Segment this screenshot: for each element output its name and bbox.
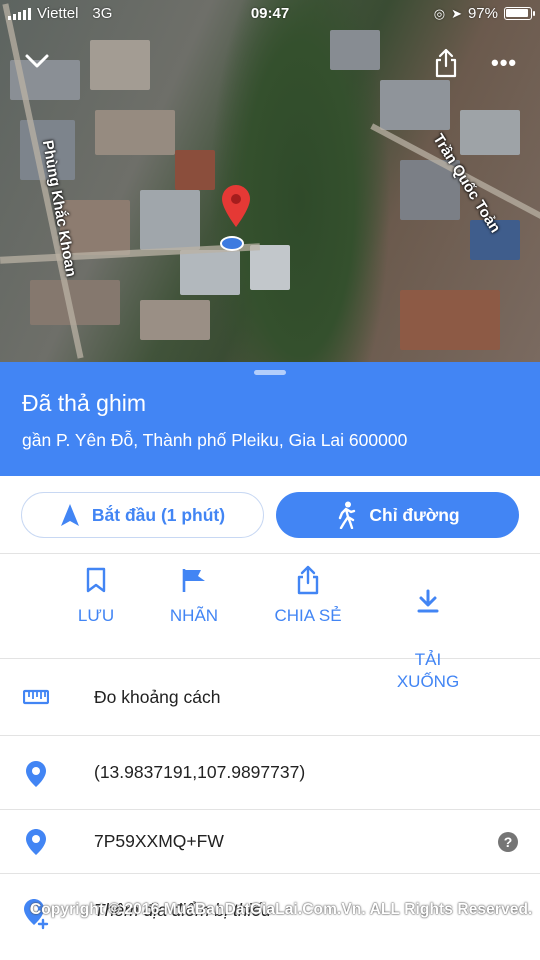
start-navigation-button[interactable]: Bắt đầu (1 phút): [21, 492, 264, 538]
share-button[interactable]: CHIA SẺ: [253, 565, 363, 627]
coordinates-row[interactable]: (13.9837191,107.9897737): [0, 736, 540, 810]
copyright-watermark: Copyright © 2016 MuaBanDatGiaLai.Com.Vn.…: [30, 901, 533, 918]
map-building: [140, 190, 200, 250]
flag-icon: [182, 569, 205, 592]
share-label: CHIA SẺ: [274, 606, 342, 625]
label-label: NHÃN: [169, 606, 219, 625]
directions-label: Chỉ đường: [369, 504, 460, 525]
walking-icon: [339, 501, 356, 529]
battery-icon: [504, 7, 535, 20]
more-options-icon[interactable]: •••: [491, 50, 517, 76]
directions-button[interactable]: Chỉ đường: [276, 492, 519, 538]
map-building: [175, 150, 215, 190]
drag-handle[interactable]: [254, 370, 286, 375]
share-icon[interactable]: [434, 48, 458, 78]
map-building: [380, 80, 450, 130]
map-building: [460, 110, 520, 155]
share-icon: [297, 565, 319, 595]
save-button[interactable]: LƯU: [41, 565, 151, 627]
place-title: Đã thả ghim: [22, 390, 147, 416]
measure-distance-row[interactable]: Đo khoảng cách: [0, 660, 540, 736]
label-button[interactable]: NHÃN: [139, 565, 249, 627]
map-building: [250, 245, 290, 290]
location-services-icon: ➤: [451, 5, 462, 21]
start-navigation-label: Bắt đầu (1 phút): [91, 504, 226, 525]
battery-percent: 97%: [467, 5, 498, 22]
map-view[interactable]: Phùng Khắc Khoan Trần Quốc Toản Viettel …: [0, 0, 540, 362]
coordinates-value: (13.9837191,107.9897737): [94, 762, 306, 782]
map-building: [180, 250, 240, 295]
map-building: [140, 300, 210, 340]
chevron-down-icon[interactable]: [24, 52, 50, 70]
measure-distance-label: Đo khoảng cách: [94, 687, 221, 707]
location-pin-icon: [26, 761, 46, 787]
status-bar: Viettel 3G 09:47 ◎ ➤ 97%: [0, 0, 540, 28]
map-building: [330, 30, 380, 70]
place-address: gần P. Yên Đỗ, Thành phố Pleiku, Gia Lai…: [22, 430, 408, 450]
lock-rotation-icon: ◎: [433, 5, 446, 21]
quick-actions: LƯU NHÃN CHIA SẺ TẢI XUỐNG: [0, 555, 540, 691]
location-pin-icon: [26, 829, 46, 855]
action-button-row: Bắt đầu (1 phút) Chỉ đường: [0, 476, 540, 554]
place-header[interactable]: Đã thả ghim gần P. Yên Đỗ, Thành phố Ple…: [0, 362, 540, 476]
download-icon: [417, 589, 439, 613]
map-building: [95, 110, 175, 155]
map-building: [90, 40, 150, 90]
save-label: LƯU: [77, 606, 115, 625]
map-building: [400, 290, 500, 350]
dropped-pin-icon[interactable]: [222, 185, 250, 227]
navigation-arrow-icon: [60, 504, 79, 526]
plus-code-row[interactable]: 7P59XXMQ+FW ?: [0, 810, 540, 874]
location-dot: [220, 236, 244, 251]
bookmark-icon: [86, 567, 106, 593]
ruler-icon: [23, 689, 49, 705]
help-icon[interactable]: ?: [498, 831, 518, 852]
plus-code-value: 7P59XXMQ+FW: [94, 831, 224, 851]
